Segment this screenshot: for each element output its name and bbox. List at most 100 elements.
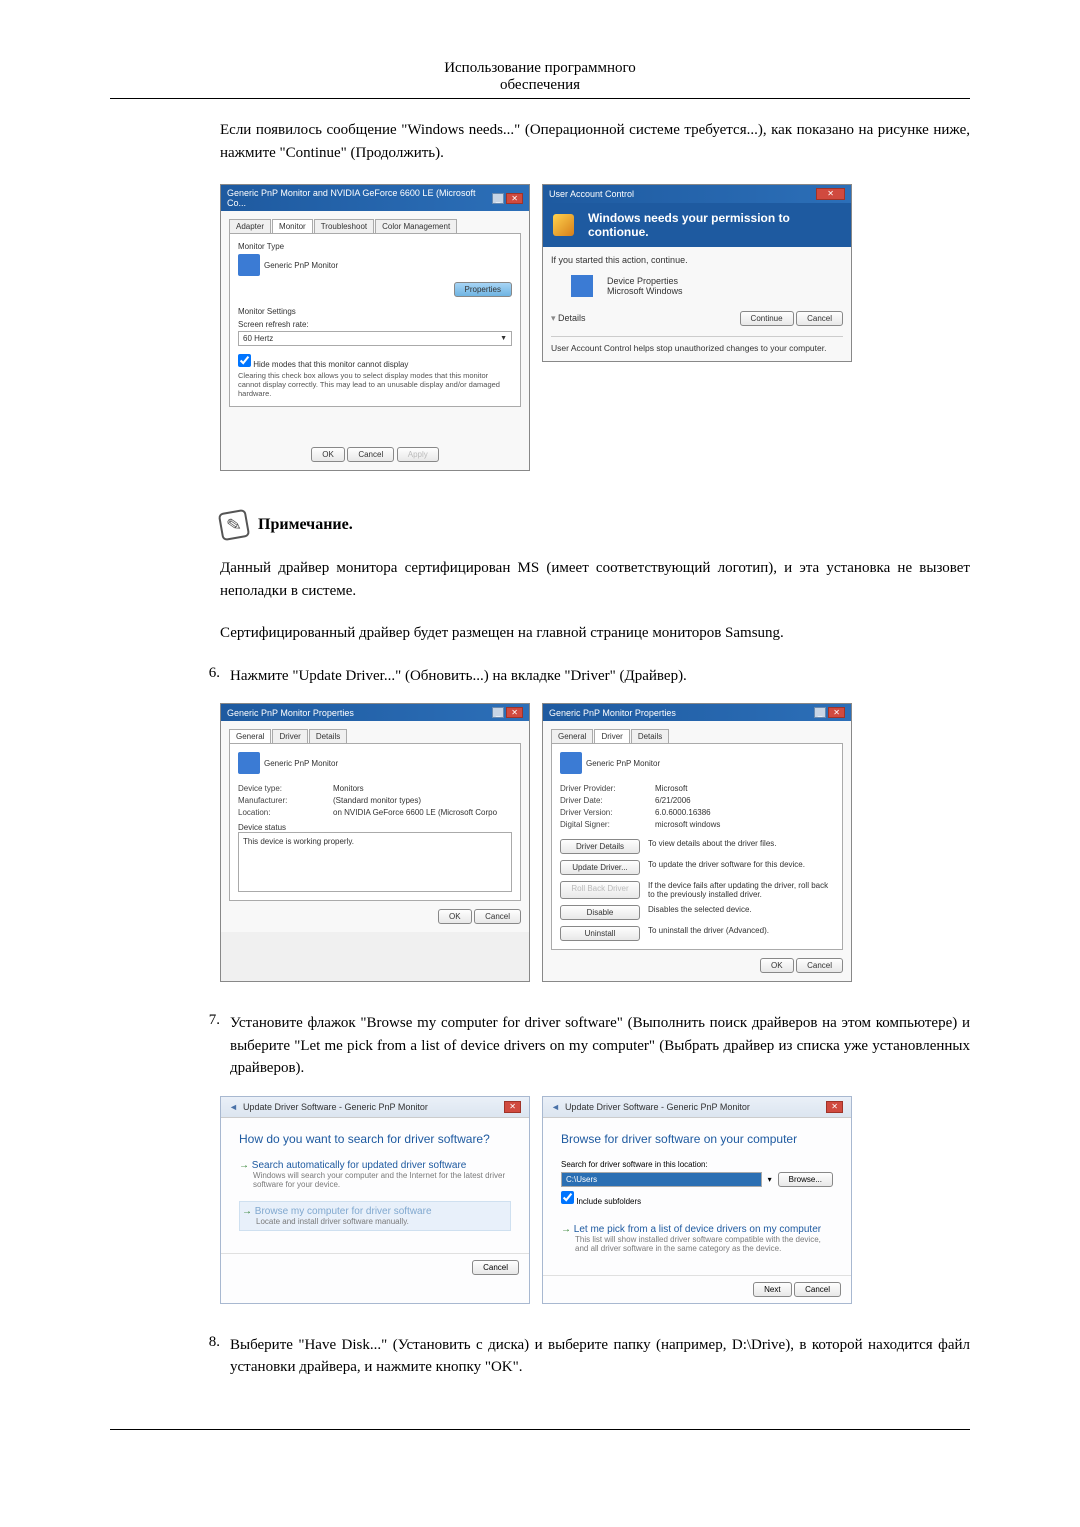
step-6: 6. Нажмите "Update Driver..." (Обновить.…: [110, 665, 970, 688]
close-button[interactable]: ✕: [826, 1101, 843, 1113]
screenshot-row-2: Generic PnP Monitor Properties _✕ Genera…: [220, 703, 970, 982]
monitor-type-label: Monitor Type: [238, 242, 512, 251]
pencil-icon: ✎: [218, 509, 250, 541]
monitor-props-general-window: Generic PnP Monitor Properties _✕ Genera…: [220, 703, 530, 982]
uac-item-publisher: Microsoft Windows: [607, 286, 683, 296]
tabs: Adapter Monitor Troubleshoot Color Manag…: [229, 219, 521, 234]
browse-button[interactable]: Browse...: [778, 1172, 833, 1187]
driver-details-button[interactable]: Driver Details: [560, 839, 640, 854]
titlebar: User Account Control ✕: [543, 185, 851, 203]
minimize-button[interactable]: _: [814, 707, 826, 718]
continue-button[interactable]: Continue: [740, 311, 794, 326]
next-button[interactable]: Next: [753, 1282, 791, 1297]
tab-general[interactable]: General: [229, 729, 271, 743]
monitor-icon: [238, 752, 260, 774]
win-title: Generic PnP Monitor Properties: [549, 708, 676, 718]
properties-button[interactable]: Properties: [454, 282, 512, 297]
monitor-props-driver-window: Generic PnP Monitor Properties _✕ Genera…: [542, 703, 852, 982]
close-button[interactable]: ✕: [828, 707, 845, 718]
include-subfolders-checkbox[interactable]: [561, 1191, 574, 1204]
wiz-option-pick[interactable]: Let me pick from a list of device driver…: [561, 1224, 833, 1253]
step-text: Выберите "Have Disk..." (Установить с ди…: [230, 1334, 970, 1379]
wiz-option-browse[interactable]: Browse my computer for driver software L…: [239, 1201, 511, 1231]
uac-details-link[interactable]: ▾ Details: [551, 313, 586, 324]
monitor-icon: [238, 254, 260, 276]
tab-details[interactable]: Details: [309, 729, 347, 743]
close-button[interactable]: ✕: [506, 707, 523, 718]
cancel-button[interactable]: Cancel: [796, 311, 843, 326]
monitor-properties-window: Generic PnP Monitor and NVIDIA GeForce 6…: [220, 184, 530, 471]
cancel-button[interactable]: Cancel: [347, 447, 394, 462]
titlebar: Generic PnP Monitor Properties _✕: [221, 704, 529, 721]
rollback-driver-button[interactable]: Roll Back Driver: [560, 881, 640, 899]
update-driver-wizard-1: ◄ Update Driver Software - Generic PnP M…: [220, 1096, 530, 1304]
monitor-icon: [560, 752, 582, 774]
cancel-button[interactable]: Cancel: [474, 909, 521, 924]
close-button[interactable]: ✕: [816, 188, 845, 200]
note-p1: Данный драйвер монитора сертифицирован M…: [220, 557, 970, 602]
apply-button[interactable]: Apply: [397, 447, 439, 462]
refresh-rate-select[interactable]: 60 Hertz: [238, 331, 512, 346]
uac-title: User Account Control: [549, 189, 634, 199]
uac-window: User Account Control ✕ Windows needs you…: [542, 184, 852, 362]
step-text: Установите флажок "Browse my computer fo…: [230, 1012, 970, 1080]
tab-details[interactable]: Details: [631, 729, 669, 743]
ok-button[interactable]: OK: [760, 958, 794, 973]
cancel-button[interactable]: Cancel: [796, 958, 843, 973]
close-button[interactable]: ✕: [504, 1101, 521, 1113]
uac-ifstarted: If you started this action, continue.: [551, 255, 843, 265]
note-heading: Примечание.: [258, 516, 353, 534]
step-8: 8. Выберите "Have Disk..." (Установить с…: [110, 1334, 970, 1379]
path-input[interactable]: C:\Users: [561, 1172, 762, 1187]
hide-modes-checkbox[interactable]: [238, 354, 251, 367]
device-name: Generic PnP Monitor: [264, 759, 338, 768]
step-num: 6.: [192, 665, 220, 688]
chevron-down-icon: ▾: [551, 313, 556, 323]
step-num: 7.: [192, 1012, 220, 1080]
device-name: Generic PnP Monitor: [586, 759, 660, 768]
uninstall-button[interactable]: Uninstall: [560, 926, 640, 941]
uac-banner: Windows needs your permission to contion…: [543, 203, 851, 247]
disable-button[interactable]: Disable: [560, 905, 640, 920]
ok-button[interactable]: OK: [311, 447, 345, 462]
device-status-box: This device is working properly.: [238, 832, 512, 892]
tab-general[interactable]: General: [551, 729, 593, 743]
note-header: ✎ Примечание.: [220, 511, 970, 539]
back-icon[interactable]: ◄: [551, 1102, 560, 1112]
ok-button[interactable]: OK: [438, 909, 472, 924]
tab-colormgmt[interactable]: Color Management: [375, 219, 457, 233]
monitor-settings-label: Monitor Settings: [238, 307, 512, 316]
titlebar: Generic PnP Monitor Properties _✕: [543, 704, 851, 721]
minimize-button[interactable]: _: [492, 193, 504, 204]
cancel-button[interactable]: Cancel: [472, 1260, 519, 1275]
close-button[interactable]: ✕: [506, 193, 523, 204]
header-line1: Использование программного: [444, 60, 636, 76]
win-title: Generic PnP Monitor Properties: [227, 708, 354, 718]
uac-heading: Windows needs your permission to contion…: [588, 211, 841, 239]
uac-item-title: Device Properties: [607, 276, 683, 286]
cancel-button[interactable]: Cancel: [794, 1282, 841, 1297]
tab-driver[interactable]: Driver: [594, 729, 629, 743]
header-line2: обеспечения: [500, 77, 580, 93]
device-status-label: Device status: [238, 823, 512, 832]
win-title: Generic PnP Monitor and NVIDIA GeForce 6…: [227, 188, 492, 208]
minimize-button[interactable]: _: [492, 707, 504, 718]
tab-driver[interactable]: Driver: [272, 729, 307, 743]
screenshot-row-1: Generic PnP Monitor and NVIDIA GeForce 6…: [220, 184, 970, 471]
shield-icon: [553, 214, 574, 236]
chevron-down-icon[interactable]: ▾: [768, 1175, 772, 1184]
back-icon[interactable]: ◄: [229, 1102, 238, 1112]
wiz-crumb: Update Driver Software - Generic PnP Mon…: [565, 1102, 750, 1112]
wiz-option-auto[interactable]: Search automatically for updated driver …: [239, 1160, 511, 1189]
tab-monitor[interactable]: Monitor: [272, 219, 313, 233]
screenshot-row-3: ◄ Update Driver Software - Generic PnP M…: [220, 1096, 970, 1304]
update-driver-button[interactable]: Update Driver...: [560, 860, 640, 875]
tab-adapter[interactable]: Adapter: [229, 219, 271, 233]
footer-rule: [110, 1429, 970, 1430]
intro-paragraph: Если появилось сообщение "Windows needs.…: [220, 119, 970, 164]
wiz-heading: How do you want to search for driver sof…: [239, 1132, 511, 1146]
tab-troubleshoot[interactable]: Troubleshoot: [314, 219, 374, 233]
monitor-name: Generic PnP Monitor: [264, 261, 338, 270]
note-p2: Сертифицированный драйвер будет размещен…: [220, 622, 970, 645]
search-label: Search for driver software in this locat…: [561, 1160, 833, 1169]
